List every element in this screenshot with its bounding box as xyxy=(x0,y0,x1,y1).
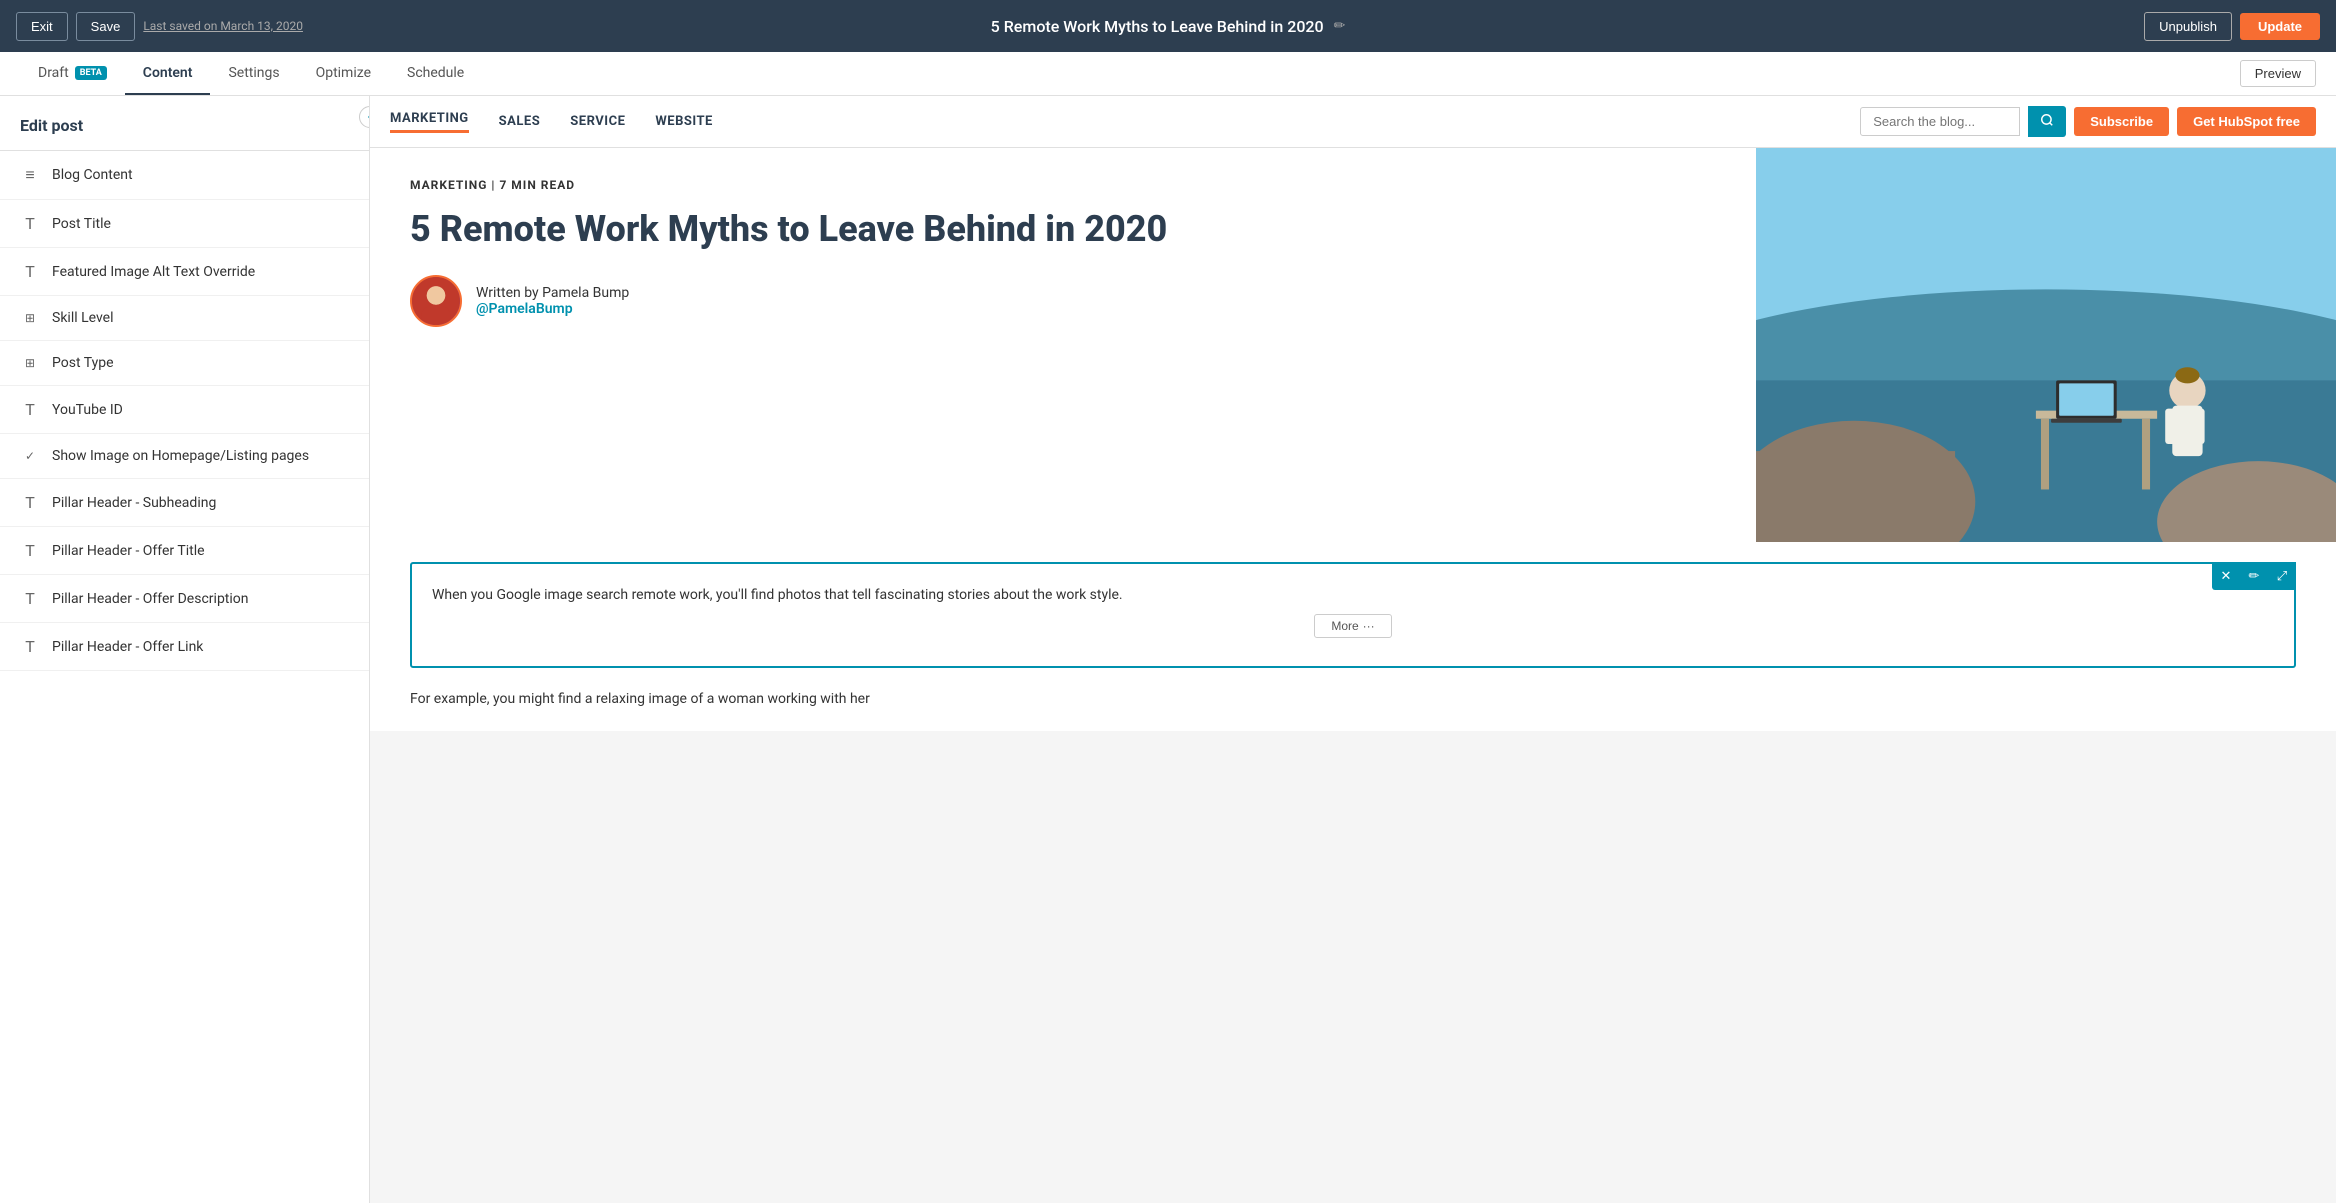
youtube-id-icon: T xyxy=(20,400,40,419)
top-bar-center: 5 Remote Work Myths to Leave Behind in 2… xyxy=(991,17,1346,36)
edit-title-icon[interactable]: ✏ xyxy=(1334,18,1346,34)
pillar-subheading-icon: T xyxy=(20,493,40,512)
blog-nav-marketing[interactable]: MARKETING xyxy=(390,111,469,133)
text-block-close-button[interactable]: ✕ xyxy=(2212,562,2240,590)
sidebar-item-pillar-offer-link[interactable]: T Pillar Header - Offer Link xyxy=(0,623,369,671)
sidebar-label-pillar-offer-desc: Pillar Header - Offer Description xyxy=(52,591,249,607)
author-handle[interactable]: @PamelaBump xyxy=(476,301,629,317)
sidebar-item-blog-content[interactable]: ≡ Blog Content xyxy=(0,151,369,200)
text-block-1-text: When you Google image search remote work… xyxy=(432,584,2274,606)
sidebar-item-pillar-offer-desc[interactable]: T Pillar Header - Offer Description xyxy=(0,575,369,623)
top-bar: Exit Save Last saved on March 13, 2020 5… xyxy=(0,0,2336,52)
blog-header-area: MARKETING | 7 MIN READ 5 Remote Work Myt… xyxy=(370,148,2336,542)
tab-optimize-label: Optimize xyxy=(316,65,371,81)
blog-search: Subscribe Get HubSpot free xyxy=(1860,106,2316,137)
sidebar-item-post-title[interactable]: T Post Title xyxy=(0,200,369,248)
featured-image xyxy=(1756,148,2336,542)
sidebar-label-pillar-offer-title: Pillar Header - Offer Title xyxy=(52,543,205,559)
beta-badge: BETA xyxy=(75,66,107,80)
last-saved-text: Last saved on March 13, 2020 xyxy=(143,19,303,33)
tab-content[interactable]: Content xyxy=(125,53,211,95)
author-info: Written by Pamela Bump @PamelaBump xyxy=(476,285,629,317)
pillar-offer-title-icon: T xyxy=(20,541,40,560)
sidebar-item-featured-image-alt[interactable]: T Featured Image Alt Text Override xyxy=(0,248,369,296)
tab-schedule[interactable]: Schedule xyxy=(389,53,482,95)
sidebar-label-post-type: Post Type xyxy=(52,355,114,371)
sidebar-label-skill-level: Skill Level xyxy=(52,310,114,326)
more-dots-icon: ··· xyxy=(1363,619,1375,633)
save-button[interactable]: Save xyxy=(76,12,136,41)
tab-draft[interactable]: Draft BETA xyxy=(20,53,125,95)
tab-settings-label: Settings xyxy=(228,65,279,81)
featured-image-alt-icon: T xyxy=(20,262,40,281)
text-block-1: ✕ ✏ ⤢ When you Google image search remot… xyxy=(410,562,2296,668)
blog-category: MARKETING | 7 MIN READ xyxy=(410,178,1716,192)
author-name: Written by Pamela Bump xyxy=(476,285,629,301)
skill-level-icon: ⊞ xyxy=(20,311,40,325)
blog-nav-website[interactable]: WEBSITE xyxy=(655,114,712,129)
text-block-move-button[interactable]: ⤢ xyxy=(2268,562,2296,590)
sidebar-label-pillar-subheading: Pillar Header - Subheading xyxy=(52,495,216,511)
more-btn-row: More ··· xyxy=(432,614,2274,638)
tab-settings[interactable]: Settings xyxy=(210,53,297,95)
blog-nav: MARKETING SALES SERVICE WEBSITE Subscrib… xyxy=(370,96,2336,148)
tab-optimize[interactable]: Optimize xyxy=(298,53,389,95)
unpublish-button[interactable]: Unpublish xyxy=(2144,12,2232,41)
sidebar-label-featured-image-alt: Featured Image Alt Text Override xyxy=(52,264,255,280)
blog-nav-service[interactable]: SERVICE xyxy=(570,114,625,129)
sidebar: « Edit post ≡ Blog Content T Post Title … xyxy=(0,96,370,1203)
get-hubspot-button[interactable]: Get HubSpot free xyxy=(2177,107,2316,136)
main-layout: « Edit post ≡ Blog Content T Post Title … xyxy=(0,96,2336,1203)
sidebar-label-blog-content: Blog Content xyxy=(52,167,133,183)
blog-author: Written by Pamela Bump @PamelaBump xyxy=(410,275,1716,327)
search-input[interactable] xyxy=(1860,107,2020,136)
sidebar-item-pillar-subheading[interactable]: T Pillar Header - Subheading xyxy=(0,479,369,527)
page-title: 5 Remote Work Myths to Leave Behind in 2… xyxy=(991,17,1324,36)
content-area: MARKETING SALES SERVICE WEBSITE Subscrib… xyxy=(370,96,2336,1203)
post-type-icon: ⊞ xyxy=(20,356,40,370)
pillar-offer-desc-icon: T xyxy=(20,589,40,608)
sidebar-item-skill-level[interactable]: ⊞ Skill Level xyxy=(0,296,369,341)
blog-text-area: MARKETING | 7 MIN READ 5 Remote Work Myt… xyxy=(370,148,1756,542)
avatar xyxy=(410,275,462,327)
blog-content-icon: ≡ xyxy=(20,165,40,185)
search-button[interactable] xyxy=(2028,106,2066,137)
tab-schedule-label: Schedule xyxy=(407,65,464,81)
blog-nav-sales[interactable]: SALES xyxy=(499,114,541,129)
text-block-controls: ✕ ✏ ⤢ xyxy=(2212,562,2296,590)
blog-post-title: 5 Remote Work Myths to Leave Behind in 2… xyxy=(410,208,1716,251)
tab-content-label: Content xyxy=(143,65,193,81)
sidebar-item-show-image[interactable]: ✓ Show Image on Homepage/Listing pages xyxy=(0,434,369,479)
sidebar-item-pillar-offer-title[interactable]: T Pillar Header - Offer Title xyxy=(0,527,369,575)
sidebar-title: Edit post xyxy=(0,96,369,151)
sidebar-label-pillar-offer-link: Pillar Header - Offer Link xyxy=(52,639,203,655)
more-label: More xyxy=(1331,619,1358,633)
more-button[interactable]: More ··· xyxy=(1314,614,1391,638)
text-block-2-text: For example, you might find a relaxing i… xyxy=(410,688,2296,710)
tab-draft-label: Draft xyxy=(38,65,69,81)
sidebar-label-post-title: Post Title xyxy=(52,216,111,232)
show-image-icon: ✓ xyxy=(20,449,40,463)
text-block-edit-button[interactable]: ✏ xyxy=(2240,562,2268,590)
top-bar-left: Exit Save Last saved on March 13, 2020 xyxy=(16,12,303,41)
update-button[interactable]: Update xyxy=(2240,13,2320,40)
preview-button[interactable]: Preview xyxy=(2240,60,2316,87)
pillar-offer-link-icon: T xyxy=(20,637,40,656)
sidebar-label-youtube-id: YouTube ID xyxy=(52,402,123,418)
sidebar-item-post-type[interactable]: ⊞ Post Type xyxy=(0,341,369,386)
collapse-icon: « xyxy=(368,112,370,123)
sidebar-item-youtube-id[interactable]: T YouTube ID xyxy=(0,386,369,434)
tab-bar: Draft BETA Content Settings Optimize Sch… xyxy=(0,52,2336,96)
exit-button[interactable]: Exit xyxy=(16,12,68,41)
sidebar-label-show-image: Show Image on Homepage/Listing pages xyxy=(52,448,309,464)
top-bar-right: Unpublish Update xyxy=(2144,12,2320,41)
subscribe-button[interactable]: Subscribe xyxy=(2074,107,2169,136)
blog-body: ✕ ✏ ⤢ When you Google image search remot… xyxy=(370,542,2336,731)
blog-content-area: MARKETING | 7 MIN READ 5 Remote Work Myt… xyxy=(370,148,2336,731)
post-title-icon: T xyxy=(20,214,40,233)
